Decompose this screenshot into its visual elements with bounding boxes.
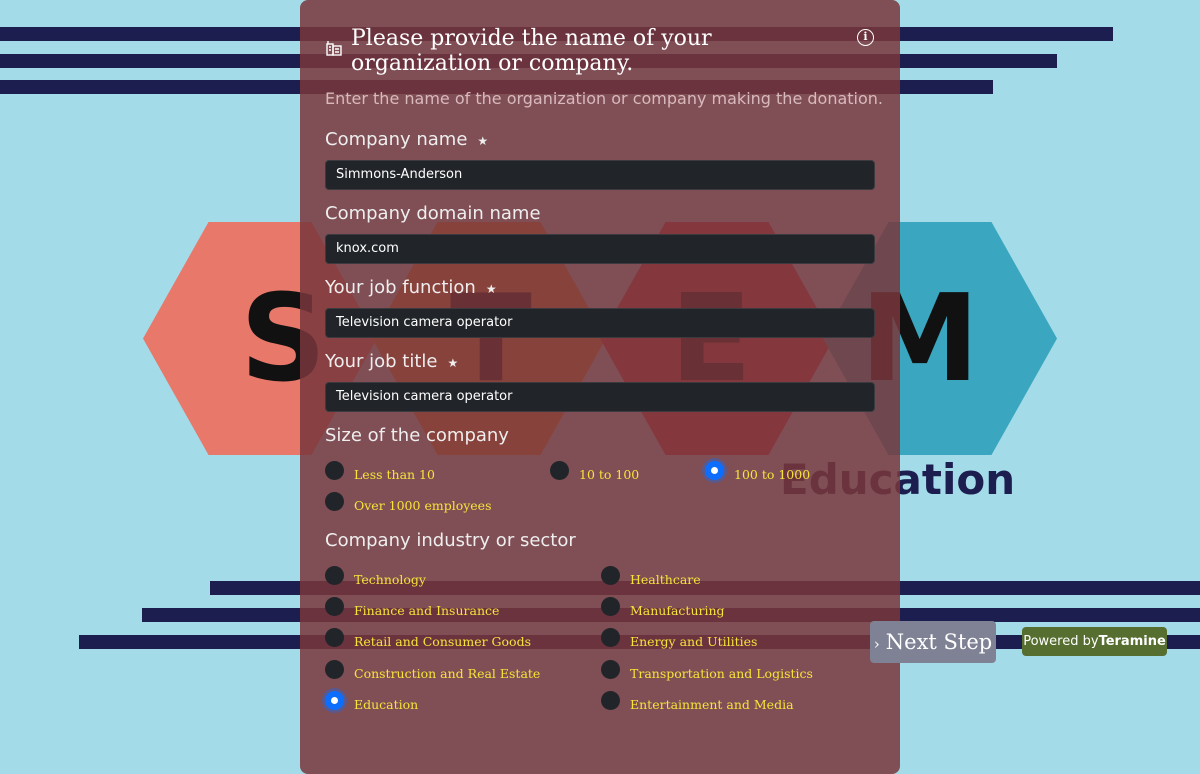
radio-label: Less than 10: [354, 467, 435, 482]
label-text: Company name: [325, 129, 468, 150]
label-text: Your job function: [325, 277, 476, 298]
radio-button[interactable]: [550, 461, 569, 480]
company-size-label: Size of the company: [325, 425, 509, 446]
radio-button[interactable]: [601, 659, 620, 679]
company-name-input[interactable]: Simmons-Anderson: [325, 160, 875, 190]
radio-label: Transportation and Logistics: [630, 665, 813, 681]
radio-option[interactable]: Less than 10: [325, 461, 435, 484]
job-title-input[interactable]: Television camera operator: [325, 382, 875, 412]
radio-button[interactable]: [325, 628, 344, 648]
form-title: Please provide the name of your organiza…: [351, 26, 712, 76]
radio-label: Retail and Consumer Goods: [354, 634, 531, 650]
radio-option[interactable]: Construction and Real Estate: [325, 659, 541, 683]
radio-button[interactable]: [601, 566, 620, 585]
company-domain-input[interactable]: knox.com: [325, 234, 875, 264]
radio-option[interactable]: 10 to 100: [550, 461, 640, 484]
radio-label: Entertainment and Media: [630, 696, 794, 712]
job-title-label: Your job title ★: [325, 351, 458, 372]
required-star: ★: [477, 134, 489, 148]
radio-label: Education: [354, 696, 419, 712]
radio-option[interactable]: Over 1000 employees: [325, 492, 492, 515]
label-text: Your job title: [325, 351, 438, 372]
company-name-label: Company name ★: [325, 129, 488, 150]
radio-button[interactable]: [601, 690, 620, 710]
form-panel: Please provide the name of your organiza…: [300, 0, 900, 774]
job-function-label: Your job function ★: [325, 277, 497, 298]
radio-button[interactable]: [325, 597, 344, 617]
label-text: Company domain name: [325, 203, 541, 224]
radio-option[interactable]: Finance and Insurance: [325, 597, 500, 620]
radio-option[interactable]: Energy and Utilities: [601, 628, 758, 651]
radio-option[interactable]: Education: [325, 690, 419, 714]
radio-label: 100 to 1000: [734, 467, 811, 482]
chevron-right-icon: ›: [873, 635, 880, 653]
powered-by-badge[interactable]: Powered byTeramine: [1022, 627, 1167, 656]
powered-brand: Teramine: [1098, 634, 1166, 649]
info-icon[interactable]: i: [857, 29, 874, 46]
radio-label: Finance and Insurance: [354, 603, 500, 619]
radio-label: Healthcare: [630, 572, 701, 587]
radio-label: Over 1000 employees: [354, 498, 492, 513]
radio-button[interactable]: [325, 690, 344, 710]
building-icon: [326, 41, 342, 56]
radio-button[interactable]: [325, 461, 344, 480]
radio-label: Manufacturing: [630, 603, 725, 619]
required-star: ★: [485, 282, 497, 296]
radio-option[interactable]: Retail and Consumer Goods: [325, 628, 531, 651]
powered-prefix: Powered by: [1023, 634, 1099, 649]
radio-label: Technology: [354, 572, 426, 587]
radio-label: Construction and Real Estate: [354, 665, 541, 681]
industry-label: Company industry or sector: [325, 530, 576, 551]
radio-button[interactable]: [601, 628, 620, 648]
radio-button[interactable]: [325, 659, 344, 679]
radio-button[interactable]: [705, 461, 724, 480]
radio-label: 10 to 100: [579, 467, 640, 482]
radio-button[interactable]: [325, 566, 344, 585]
company-domain-label: Company domain name: [325, 203, 541, 224]
radio-option[interactable]: Manufacturing: [601, 597, 725, 620]
radio-button[interactable]: [601, 597, 620, 617]
next-step-label: Next Step: [885, 630, 993, 654]
form-subtitle: Enter the name of the organization or co…: [325, 89, 883, 108]
radio-option[interactable]: Entertainment and Media: [601, 690, 794, 714]
radio-option[interactable]: Transportation and Logistics: [601, 659, 813, 683]
next-step-button[interactable]: › Next Step: [870, 621, 996, 663]
radio-option[interactable]: Technology: [325, 566, 426, 589]
required-star: ★: [447, 356, 459, 370]
radio-label: Energy and Utilities: [630, 634, 758, 650]
radio-option[interactable]: Healthcare: [601, 566, 701, 589]
radio-button[interactable]: [325, 492, 344, 511]
radio-option[interactable]: 100 to 1000: [705, 461, 811, 484]
job-function-input[interactable]: Television camera operator: [325, 308, 875, 338]
